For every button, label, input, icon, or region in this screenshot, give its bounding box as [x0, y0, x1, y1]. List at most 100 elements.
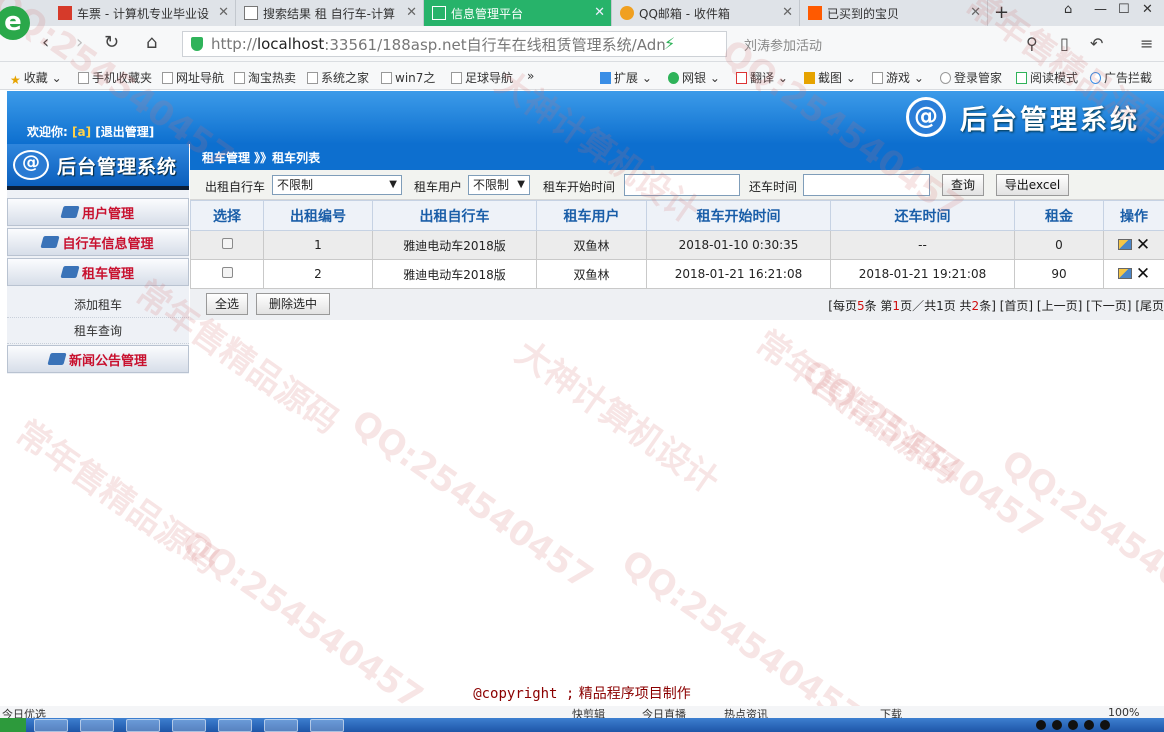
first-page-link[interactable]: [首页] — [1000, 299, 1033, 313]
tab-search-results[interactable]: 搜索结果 租 自行车-计算 ✕ — [236, 0, 424, 26]
tray-icon[interactable] — [1100, 720, 1110, 730]
bookmark-favorites[interactable]: ★ 收藏 ⌄ — [10, 69, 62, 87]
close-icon[interactable]: ✕ — [594, 5, 605, 20]
login-manager-button[interactable]: 登录管家 — [940, 69, 1002, 86]
cell-end: -- — [830, 230, 1015, 260]
maximize-icon[interactable]: ☐ — [1118, 2, 1130, 17]
taskbar-app-icon[interactable] — [218, 719, 252, 732]
select-all-button[interactable]: 全选 — [206, 293, 248, 315]
bookmark-mobile[interactable]: 手机收藏夹 — [78, 69, 152, 86]
sidebar-item-user-mgmt[interactable]: 用户管理 — [7, 198, 189, 226]
export-excel-button[interactable]: 导出excel — [996, 174, 1069, 196]
menu-icon — [47, 353, 67, 365]
screenshot-button[interactable]: 截图 ⌄ — [804, 69, 856, 86]
tab-train-tickets[interactable]: 车票 - 计算机专业毕业设 ✕ — [50, 0, 236, 26]
bookmarks-bar: ★ 收藏 ⌄ 手机收藏夹 网址导航 淘宝热卖 系统之家 win7之 足球导航 » … — [0, 62, 1164, 90]
bike-select[interactable]: 不限制 ▼ — [272, 175, 402, 195]
adblock-button[interactable]: 广告拦截 — [1090, 69, 1152, 86]
translate-button[interactable]: 翻译 ⌄ — [736, 69, 788, 86]
close-icon[interactable]: ✕ — [970, 5, 981, 20]
delete-icon[interactable]: ✕ — [1136, 235, 1150, 255]
extensions-button[interactable]: 扩展 ⌄ — [600, 69, 652, 86]
filter-bar: 出租自行车 不限制 ▼ 租车用户 不限制 ▼ 租车开始时间 还车时间 查询 导出ex… — [190, 170, 1164, 200]
home-icon[interactable]: ⌂ — [146, 32, 157, 53]
tab-qq-mail[interactable]: QQ邮箱 - 收件箱 ✕ — [612, 0, 800, 26]
gamepad-icon — [872, 72, 883, 84]
row-checkbox[interactable] — [221, 238, 233, 249]
taskbar-browser-icon[interactable] — [172, 719, 206, 732]
bookmark-football[interactable]: 足球导航 — [451, 69, 513, 86]
search-input[interactable]: 刘涛参加活动 — [736, 31, 1048, 57]
phone-icon[interactable]: ▯ — [1060, 34, 1069, 53]
new-tab-button[interactable]: + — [994, 2, 1009, 23]
search-icon[interactable]: ⚲ — [1026, 34, 1038, 53]
table-footer: 全选 删除选中 [每页5条 第1页／共1页 共2条] [首页] [上一页] [下… — [190, 289, 1164, 320]
ebank-button[interactable]: 网银 ⌄ — [668, 69, 720, 86]
bookmark-xitong[interactable]: 系统之家 — [307, 69, 369, 86]
end-time-input[interactable] — [803, 174, 930, 196]
copyright: @copyright ; 精品程序项目制作 — [473, 686, 691, 702]
bookmark-more[interactable]: » — [527, 69, 534, 83]
sidebar-item-add-rent[interactable]: 添加租车 — [7, 292, 189, 318]
menu-icon[interactable]: ≡ — [1140, 34, 1153, 53]
cell-id: 2 — [263, 259, 373, 289]
sidebar-item-rent-mgmt[interactable]: 租车管理 — [7, 258, 189, 286]
logout-link[interactable]: [退出管理] — [95, 125, 154, 139]
sidebar-item-news[interactable]: 新闻公告管理 — [7, 345, 189, 373]
bookmark-nav[interactable]: 网址导航 — [162, 69, 224, 86]
key-icon — [940, 72, 951, 84]
games-button[interactable]: 游戏 ⌄ — [872, 69, 924, 86]
delete-selected-button[interactable]: 删除选中 — [256, 293, 330, 315]
next-page-link[interactable]: [下一页] — [1086, 299, 1131, 313]
menu-icon — [60, 266, 80, 278]
user-select[interactable]: 不限制 ▼ — [468, 175, 530, 195]
page-icon — [244, 6, 258, 20]
edit-icon[interactable] — [1117, 239, 1132, 250]
close-icon[interactable]: ✕ — [218, 5, 229, 20]
tray-icon[interactable] — [1084, 720, 1094, 730]
menu-icon — [60, 206, 80, 218]
address-bar[interactable]: http://localhost:33561/188asp.net自行车在线租赁… — [182, 31, 727, 57]
query-button[interactable]: 查询 — [942, 174, 984, 196]
taskbar-app-icon[interactable] — [264, 719, 298, 732]
edit-icon[interactable] — [1117, 268, 1132, 279]
taskbar-app-icon[interactable] — [126, 719, 160, 732]
forward-icon[interactable]: › — [76, 32, 83, 53]
tab-purchased[interactable]: 已买到的宝贝 ✕ — [800, 0, 988, 26]
pagination: [每页5条 第1页／共1页 共2条] [首页] [上一页] [下一页] [尾页 — [828, 299, 1164, 313]
menu-icon — [40, 236, 61, 248]
close-icon[interactable]: ✕ — [406, 5, 417, 20]
speed-icon[interactable]: ⚡ — [664, 34, 675, 53]
minimize-icon[interactable]: — — [1094, 2, 1107, 17]
skin-icon[interactable]: ⌂ — [1064, 2, 1072, 17]
reader-mode-button[interactable]: 阅读模式 — [1016, 69, 1078, 86]
taskbar-explorer-icon[interactable] — [34, 719, 68, 732]
col-user: 租车用户 — [536, 200, 647, 231]
tab-info-platform[interactable]: 信息管理平台 ✕ — [424, 0, 612, 26]
tab-favicon-icon — [58, 6, 72, 20]
reload-icon[interactable]: ↻ — [104, 32, 119, 53]
cell-id: 1 — [263, 230, 373, 260]
undo-icon[interactable]: ↶ — [1090, 34, 1103, 53]
bookmark-taobao[interactable]: 淘宝热卖 — [234, 69, 296, 86]
bookmark-win7[interactable]: win7之 — [381, 69, 435, 86]
tray-icon[interactable] — [1052, 720, 1062, 730]
scissors-icon — [804, 72, 815, 84]
back-icon[interactable]: ‹ — [42, 32, 49, 53]
cell-user: 双鱼林 — [536, 259, 647, 289]
taskbar-app-icon[interactable] — [80, 719, 114, 732]
window-close-icon[interactable]: ✕ — [1142, 2, 1153, 17]
tray-icon[interactable] — [1036, 720, 1046, 730]
start-time-input[interactable] — [624, 174, 740, 196]
delete-icon[interactable]: ✕ — [1136, 264, 1150, 284]
close-icon[interactable]: ✕ — [782, 5, 793, 20]
block-icon — [1090, 72, 1101, 84]
sidebar-item-bike-info[interactable]: 自行车信息管理 — [7, 228, 189, 256]
tray-icon[interactable] — [1068, 720, 1078, 730]
row-checkbox[interactable] — [221, 267, 233, 278]
sidebar-item-rent-query[interactable]: 租车查询 — [7, 318, 189, 344]
start-button[interactable] — [0, 718, 26, 732]
prev-page-link[interactable]: [上一页] — [1037, 299, 1082, 313]
last-page-link[interactable]: [尾页 — [1135, 299, 1164, 313]
taskbar-app-icon[interactable] — [310, 719, 344, 732]
